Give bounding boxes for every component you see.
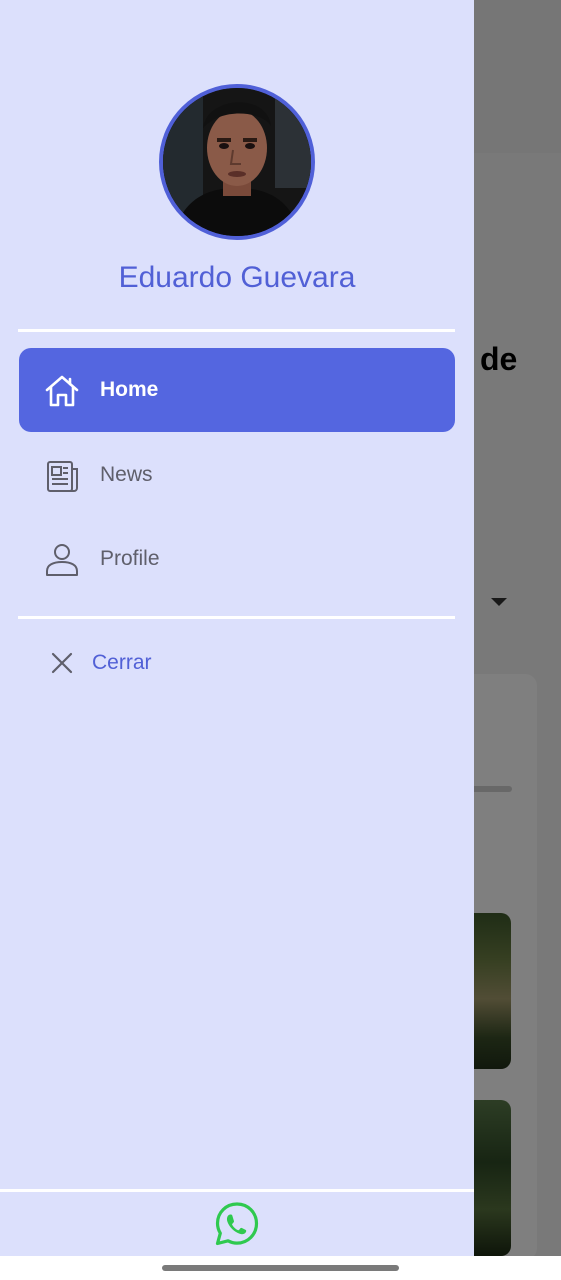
nav-item-label: Profile (100, 547, 160, 570)
navigation-drawer: Eduardo Guevara Home News Profile Cerrar (0, 0, 474, 1256)
close-label: Cerrar (92, 651, 152, 674)
nav-item-profile[interactable]: Profile (19, 517, 455, 601)
divider (18, 616, 455, 619)
nav-item-home[interactable]: Home (19, 348, 455, 432)
newspaper-icon (43, 457, 81, 495)
nav-item-label: News (100, 463, 153, 486)
close-icon (51, 652, 73, 674)
avatar (159, 84, 315, 240)
nav-item-label: Home (100, 378, 159, 401)
user-name: Eduardo Guevara (118, 261, 356, 294)
close-drawer-button[interactable]: Cerrar (46, 646, 152, 680)
whatsapp-icon (215, 1202, 259, 1246)
home-indicator[interactable] (162, 1265, 399, 1271)
divider (18, 329, 455, 332)
whatsapp-button[interactable] (213, 1200, 261, 1248)
person-icon (43, 541, 81, 579)
nav-item-news[interactable]: News (19, 433, 455, 517)
footer-divider (0, 1189, 474, 1192)
avatar-photo (163, 88, 311, 236)
home-icon (43, 372, 81, 410)
